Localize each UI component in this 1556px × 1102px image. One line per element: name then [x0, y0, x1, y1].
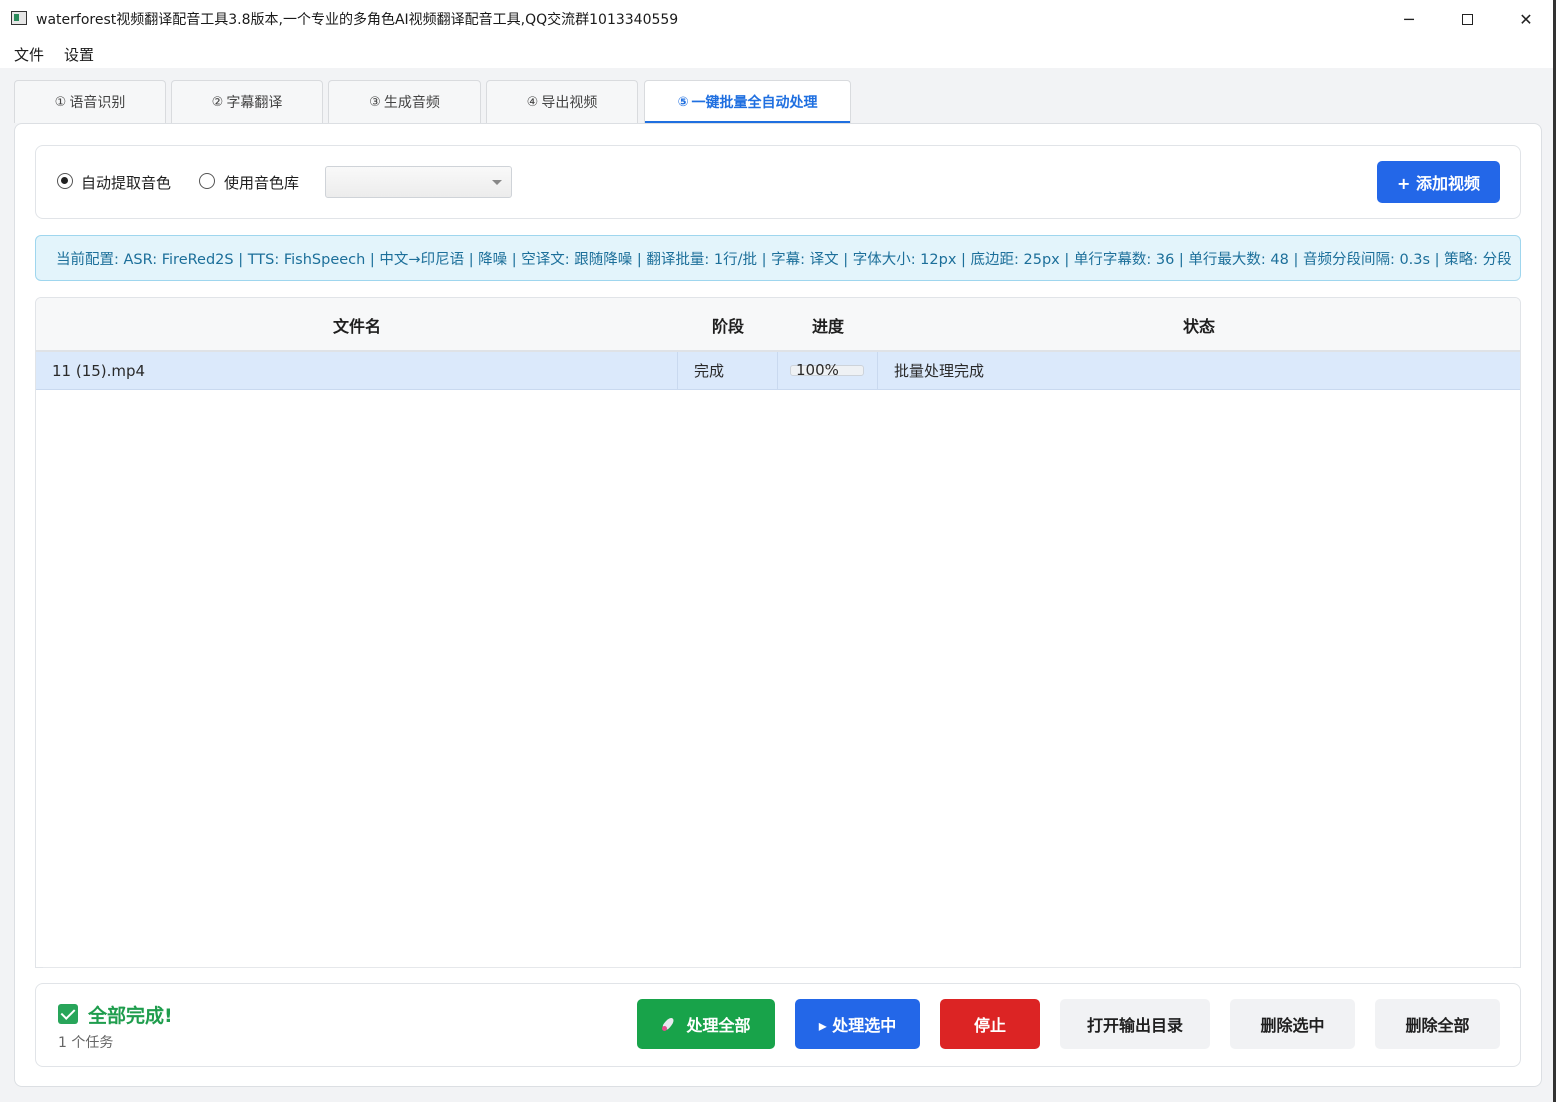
add-video-button[interactable]: + 添加视频	[1377, 161, 1500, 203]
open-output-dir-button[interactable]: 打开输出目录	[1060, 999, 1210, 1049]
tab-number: ④	[526, 94, 539, 110]
divider	[43, 967, 1513, 968]
maximize-button[interactable]	[1438, 0, 1496, 38]
title-bar: waterforest视频翻译配音工具3.8版本,一个专业的多角色AI视频翻译配…	[0, 0, 1556, 38]
voice-library-label[interactable]: 使用音色库	[224, 172, 299, 193]
header-stage[interactable]: 阶段	[678, 298, 778, 352]
auto-extract-label[interactable]: 自动提取音色	[81, 172, 171, 193]
cell-progress: 100%	[778, 352, 878, 389]
tab-number: ①	[54, 94, 67, 110]
auto-extract-radio[interactable]	[57, 173, 73, 189]
progress-text: 100%	[796, 361, 839, 379]
done-status: 全部完成!	[88, 1005, 173, 1027]
task-count: 1 个任务	[58, 1035, 114, 1051]
config-info-bar: 当前配置: ASR: FireRed2S | TTS: FishSpeech |…	[35, 235, 1521, 281]
delete-all-button[interactable]: 删除全部	[1375, 999, 1500, 1049]
tab-label: 字幕翻译	[226, 95, 283, 111]
process-all-button[interactable]: 处理全部	[637, 999, 775, 1049]
chevron-down-icon	[492, 180, 502, 185]
config-text: 当前配置: ASR: FireRed2S | TTS: FishSpeech |…	[56, 251, 1512, 268]
process-all-label: 处理全部	[686, 1016, 751, 1035]
maximize-icon	[1461, 13, 1473, 25]
tab-export-video[interactable]: ④ 导出视频	[486, 80, 638, 123]
rocket-icon	[661, 1016, 677, 1032]
tab-speech-recognition[interactable]: ① 语音识别	[14, 80, 166, 123]
minimize-button[interactable]: ─	[1380, 0, 1438, 38]
header-filename[interactable]: 文件名	[36, 298, 678, 352]
header-progress[interactable]: 进度	[778, 298, 878, 352]
delete-selected-button[interactable]: 删除选中	[1230, 999, 1355, 1049]
tab-label: 一键批量全自动处理	[691, 95, 818, 111]
cell-filename: 11 (15).mp4	[36, 352, 678, 389]
cell-stage: 完成	[678, 352, 778, 389]
table-header: 文件名 阶段 进度 状态	[36, 298, 1520, 352]
voice-library-select[interactable]	[325, 166, 512, 198]
check-icon	[58, 1004, 78, 1024]
app-icon	[11, 11, 27, 25]
tab-batch-auto-process[interactable]: ⑤ 一键批量全自动处理	[644, 80, 851, 123]
tab-number: ③	[369, 94, 381, 110]
menu-file[interactable]: 文件	[14, 44, 44, 65]
voice-library-radio[interactable]	[199, 173, 215, 189]
tab-generate-audio[interactable]: ③ 生成音频	[328, 80, 481, 123]
tab-subtitle-translation[interactable]: ② 字幕翻译	[171, 80, 323, 123]
window-title: waterforest视频翻译配音工具3.8版本,一个专业的多角色AI视频翻译配…	[36, 12, 679, 28]
tab-label: 导出视频	[541, 95, 598, 111]
stop-button[interactable]: 停止	[940, 999, 1040, 1049]
tab-label: 语音识别	[69, 95, 126, 111]
menu-settings[interactable]: 设置	[64, 44, 94, 65]
menu-bar: 文件 设置	[0, 38, 1556, 68]
process-selected-button[interactable]: ▸ 处理选中	[795, 999, 920, 1049]
header-status[interactable]: 状态	[878, 298, 1520, 352]
cell-status: 批量处理完成	[894, 362, 985, 380]
task-table: 文件名 阶段 进度 状态 11 (15).mp4 完成 100% 批量处理完成	[35, 297, 1521, 968]
tab-label: 生成音频	[383, 95, 440, 111]
table-row[interactable]: 11 (15).mp4 完成 100% 批量处理完成	[36, 352, 1520, 390]
tab-number: ②	[211, 94, 224, 110]
tab-number: ⑤	[677, 94, 689, 110]
close-button[interactable]: ✕	[1497, 0, 1555, 38]
